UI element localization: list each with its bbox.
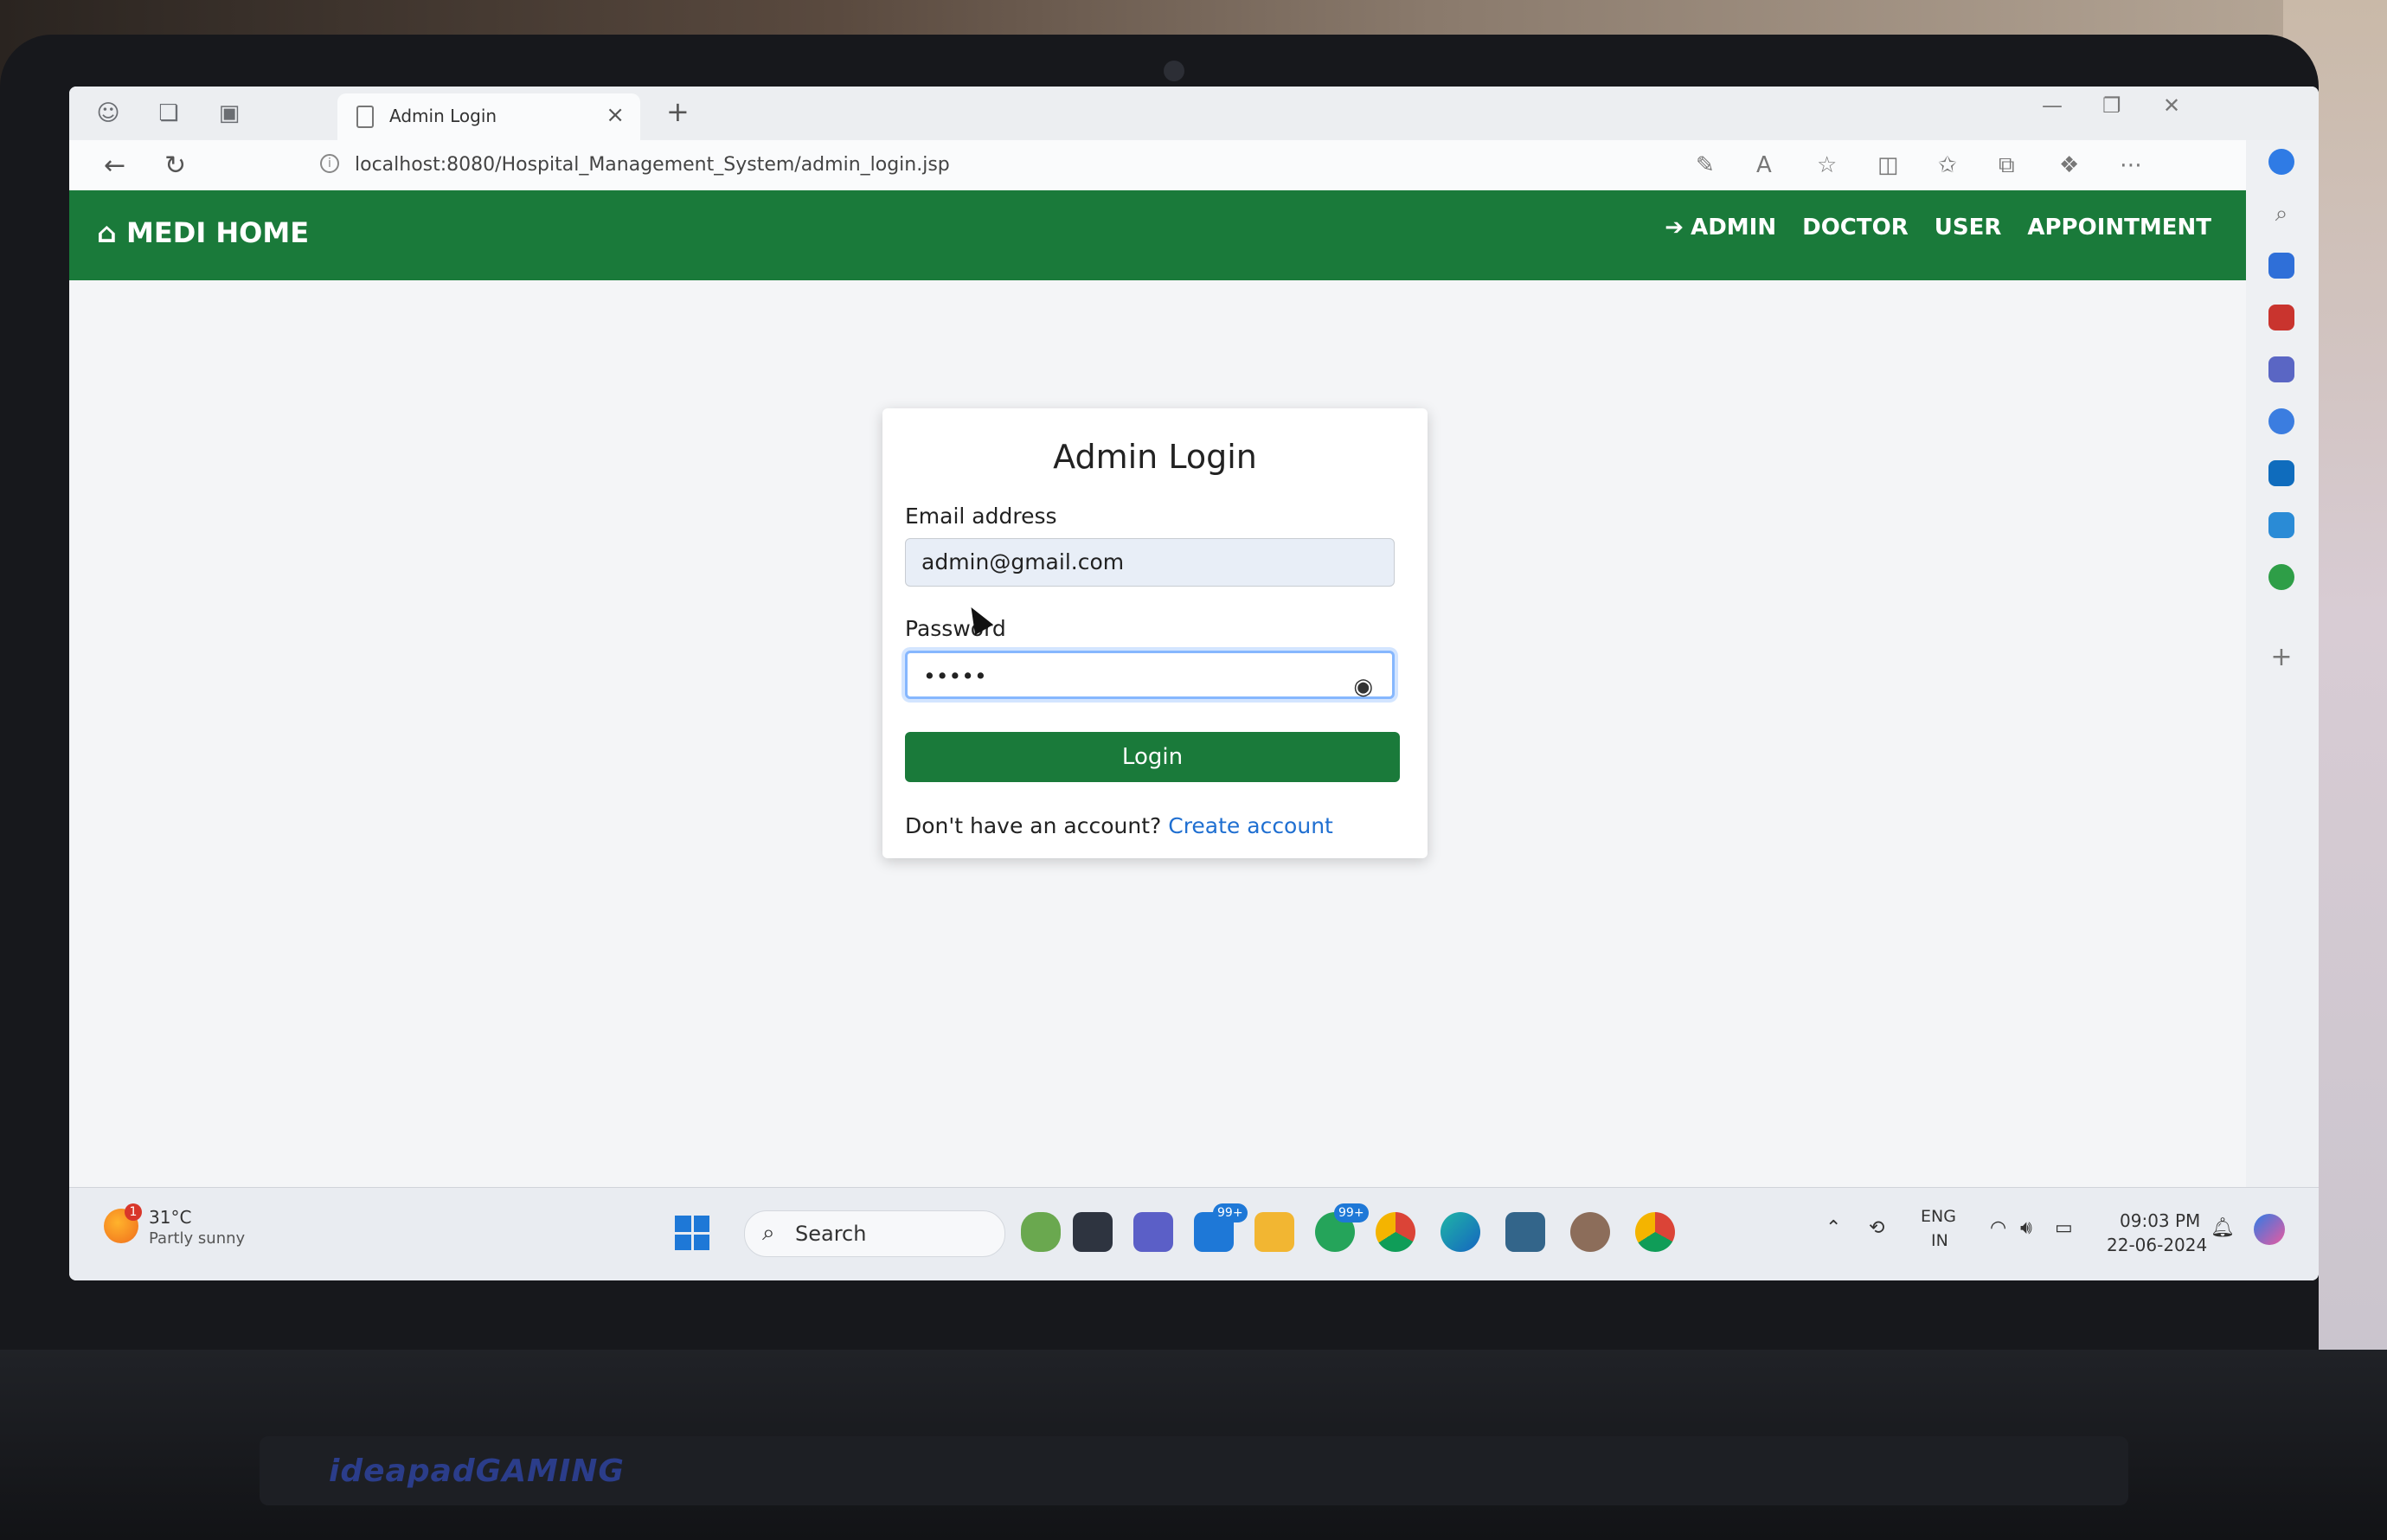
- wifi-icon[interactable]: ◠: [1990, 1217, 2006, 1239]
- windows-taskbar: 1 31°C Partly sunny ⌕ Search 99+ 99+ ⌃ ⟲…: [69, 1187, 2319, 1280]
- browser-address-bar: ← ↻ i localhost:8080/Hospital_Management…: [69, 140, 2319, 190]
- webcam: [1164, 61, 1184, 81]
- url-field[interactable]: localhost:8080/Hospital_Management_Syste…: [355, 154, 950, 176]
- edge-sidebar: ⌕ +: [2246, 140, 2319, 1187]
- signup-prompt: Don't have an account?: [905, 813, 1162, 838]
- search-sidebar-icon[interactable]: ⌕: [2268, 201, 2294, 227]
- laptop-brand: ideapadGAMING: [329, 1453, 625, 1489]
- tools-icon[interactable]: [2268, 305, 2294, 330]
- password-label: Password: [905, 616, 1006, 641]
- notification-bell-icon[interactable]: 🔔︎: [2211, 1217, 2235, 1239]
- clock-date[interactable]: 22-06-2024: [2107, 1235, 2207, 1255]
- copilot-taskbar-icon[interactable]: [2254, 1214, 2285, 1245]
- maximize-button[interactable]: ❐: [2102, 93, 2121, 118]
- clock-time[interactable]: 09:03 PM: [2120, 1210, 2200, 1231]
- site-brand-label: MEDI HOME: [126, 216, 310, 249]
- new-tab-button[interactable]: +: [666, 95, 690, 128]
- copilot-icon[interactable]: [2268, 149, 2294, 175]
- search-label: Search: [795, 1222, 867, 1246]
- nav-admin-label: ADMIN: [1691, 215, 1777, 241]
- app-icon[interactable]: [1570, 1212, 1610, 1252]
- whatsapp-badge: 99+: [1334, 1203, 1369, 1222]
- discover-icon[interactable]: [2268, 253, 2294, 279]
- workspaces-icon[interactable]: ❏: [156, 100, 182, 126]
- password-value: •••••: [923, 664, 987, 689]
- split-screen-icon[interactable]: ◫: [1877, 152, 1899, 178]
- chrome-icon[interactable]: [1376, 1212, 1415, 1252]
- email-field[interactable]: admin@gmail.com: [905, 538, 1395, 587]
- browser-tab-bar: ☺ ❏ ▣ Admin Login × + — ❐ ✕: [69, 87, 2319, 140]
- site-navbar: ⌂ MEDI HOME ➔ ADMIN DOCTOR USER APPOINTM…: [69, 190, 2246, 280]
- volume-icon[interactable]: 🔊︎: [2020, 1217, 2032, 1239]
- extensions-icon[interactable]: ❖: [2059, 152, 2079, 178]
- nav-admin[interactable]: ➔ ADMIN: [1665, 215, 1776, 241]
- favorites-icon[interactable]: ✩: [1938, 152, 1957, 178]
- site-brand[interactable]: ⌂ MEDI HOME: [97, 216, 309, 249]
- password-field[interactable]: ••••• ◉: [905, 651, 1395, 700]
- widgets-icon[interactable]: [1021, 1212, 1061, 1252]
- postgres-icon[interactable]: [1505, 1212, 1545, 1252]
- start-button[interactable]: [675, 1216, 709, 1250]
- taskbar-search[interactable]: ⌕ Search: [744, 1210, 1005, 1257]
- chrome-profile-icon[interactable]: [1635, 1212, 1675, 1252]
- games-icon[interactable]: [2268, 564, 2294, 590]
- document-icon: [356, 106, 374, 128]
- profile-icon[interactable]: ☺: [95, 100, 121, 126]
- task-view-icon[interactable]: [1073, 1212, 1113, 1252]
- edge-icon[interactable]: [1441, 1212, 1480, 1252]
- nav-doctor[interactable]: DOCTOR: [1802, 215, 1909, 241]
- add-sidebar-icon[interactable]: +: [2268, 642, 2294, 672]
- edit-icon[interactable]: ✎: [1696, 152, 1715, 178]
- tab-title: Admin Login: [389, 106, 497, 126]
- weather-temperature[interactable]: 31°C: [149, 1207, 191, 1228]
- outlook-icon[interactable]: [2268, 460, 2294, 486]
- weather-alert-badge: 1: [125, 1203, 142, 1221]
- home-icon: ⌂: [97, 216, 117, 249]
- site-info-icon[interactable]: i: [320, 154, 339, 173]
- nav-user[interactable]: USER: [1935, 215, 2002, 241]
- telegram-icon[interactable]: [2268, 512, 2294, 538]
- weather-description[interactable]: Partly sunny: [149, 1229, 245, 1248]
- more-menu-icon[interactable]: ⋯: [2120, 152, 2142, 178]
- mail-badge: 99+: [1213, 1203, 1248, 1222]
- tab-actions-icon[interactable]: ▣: [216, 100, 242, 126]
- people-icon[interactable]: [2268, 356, 2294, 382]
- login-card: Admin Login Email address admin@gmail.co…: [882, 408, 1428, 858]
- refresh-icon[interactable]: ↻: [164, 151, 186, 181]
- tab-admin-login[interactable]: Admin Login ×: [337, 93, 640, 140]
- page-content: Admin Login Email address admin@gmail.co…: [69, 280, 2246, 1187]
- close-window-button[interactable]: ✕: [2163, 93, 2180, 118]
- login-title: Admin Login: [1053, 438, 1257, 476]
- sync-icon[interactable]: ⟲: [1869, 1217, 1884, 1239]
- tab-close-button[interactable]: ×: [606, 102, 625, 128]
- favorite-icon[interactable]: ☆: [1817, 152, 1837, 178]
- battery-icon[interactable]: ▭: [2055, 1217, 2073, 1239]
- teams-icon[interactable]: [1133, 1212, 1173, 1252]
- back-icon[interactable]: ←: [104, 151, 125, 181]
- nav-links: ➔ ADMIN DOCTOR USER APPOINTMENT: [1665, 215, 2211, 241]
- show-password-icon[interactable]: ◉: [1353, 664, 1373, 710]
- login-button[interactable]: Login: [905, 732, 1400, 782]
- screen: ☺ ❏ ▣ Admin Login × + — ❐ ✕ ← ↻ i localh…: [69, 87, 2319, 1280]
- file-explorer-icon[interactable]: [1254, 1212, 1294, 1252]
- nav-appointment[interactable]: APPOINTMENT: [2027, 215, 2211, 241]
- region-indicator[interactable]: IN: [1931, 1231, 1948, 1250]
- search-icon: ⌕: [762, 1220, 775, 1246]
- language-indicator[interactable]: ENG: [1921, 1207, 1956, 1226]
- chevron-up-icon[interactable]: ⌃: [1826, 1217, 1841, 1239]
- sign-in-icon: ➔: [1665, 215, 1684, 241]
- m365-icon[interactable]: [2268, 408, 2294, 434]
- signup-row: Don't have an account? Create account: [905, 813, 1333, 838]
- read-aloud-icon[interactable]: A: [1756, 152, 1772, 178]
- minimize-button[interactable]: —: [2042, 93, 2063, 118]
- create-account-link[interactable]: Create account: [1168, 813, 1333, 838]
- collections-icon[interactable]: ⧉: [1999, 152, 2015, 179]
- email-label: Email address: [905, 504, 1057, 529]
